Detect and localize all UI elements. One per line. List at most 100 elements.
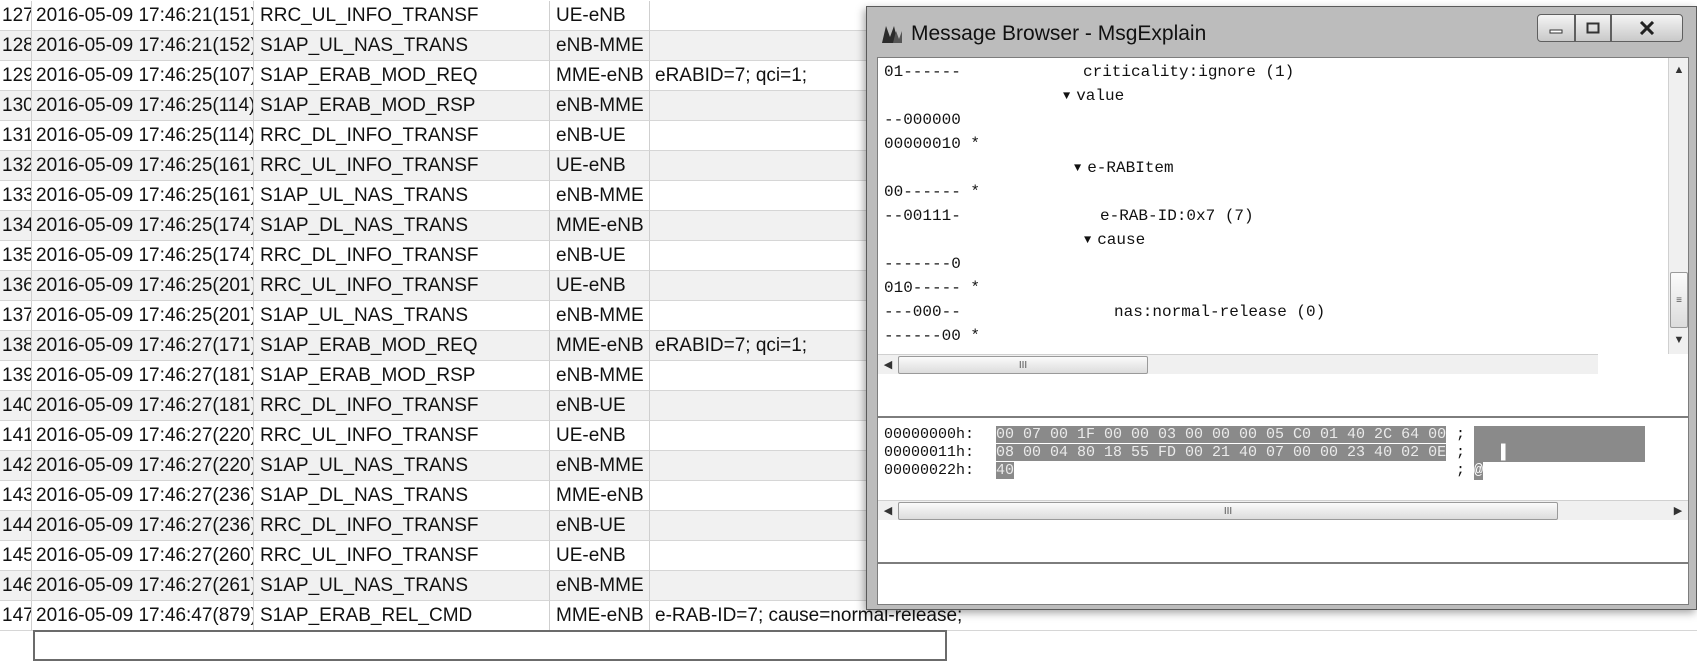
hex-ascii — [1474, 426, 1646, 444]
hex-line[interactable]: 00000011h: 08 00 04 80 18 55 FD 00 21 40 … — [884, 444, 1674, 462]
tree-line[interactable]: ▼ e-RABItem — [878, 156, 1658, 180]
row-message: RRC_DL_INFO_TRANSF — [254, 241, 550, 271]
tree-node-label: nas:normal-release (0) — [1114, 303, 1326, 321]
tree-line[interactable]: 01------ criticality:ignore (1) — [878, 60, 1658, 84]
row-message: RRC_DL_INFO_TRANSF — [254, 391, 550, 421]
row-timestamp: 2016-05-09 17:46:21(151) — [32, 1, 254, 31]
scroll-left-arrow-icon[interactable]: ◀ — [878, 355, 898, 375]
row-number: 146 — [0, 571, 32, 601]
row-direction: UE-eNB — [550, 1, 650, 31]
row-timestamp: 2016-05-09 17:46:25(107) — [32, 61, 254, 91]
row-number: 137 — [0, 301, 32, 331]
row-timestamp: 2016-05-09 17:46:25(161) — [32, 151, 254, 181]
row-number: 145 — [0, 541, 32, 571]
tree-horizontal-scroll-thumb[interactable]: III — [898, 356, 1148, 374]
maximize-button[interactable] — [1575, 14, 1611, 42]
row-direction: eNB-MME — [550, 361, 650, 391]
tree-line[interactable]: ▼ value — [878, 84, 1658, 108]
hex-ascii: ▌ — [1474, 444, 1646, 462]
tree-line[interactable]: 00------ * — [878, 180, 1658, 204]
row-direction: eNB-MME — [550, 31, 650, 61]
row-timestamp: 2016-05-09 17:46:25(161) — [32, 181, 254, 211]
hex-dump-pane[interactable]: 00000000h: 00 07 00 1F 00 00 03 00 00 00 … — [877, 417, 1689, 563]
row-timestamp: 2016-05-09 17:46:27(220) — [32, 451, 254, 481]
row-number: 136 — [0, 271, 32, 301]
row-number: 142 — [0, 451, 32, 481]
row-timestamp: 2016-05-09 17:46:25(114) — [32, 91, 254, 121]
row-direction: MME-eNB — [550, 601, 650, 631]
tree-line[interactable]: ▼ cause — [878, 228, 1658, 252]
tree-line[interactable]: --00111- e-RAB-ID:0x7 (7) — [878, 204, 1658, 228]
tree-vertical-scroll-thumb[interactable]: ≡ — [1670, 272, 1688, 328]
row-number: 139 — [0, 361, 32, 391]
hex-bytes: 00 07 00 1F 00 00 03 00 00 00 05 C0 01 4… — [996, 426, 1447, 443]
row-number: 144 — [0, 511, 32, 541]
row-message: S1AP_UL_NAS_TRANS — [254, 571, 550, 601]
hex-horizontal-scrollbar[interactable]: ◀ III ▶ — [878, 500, 1688, 520]
decoded-tree-pane[interactable]: 01------ criticality:ignore (1) ▼ value --00… — [877, 57, 1689, 417]
hex-line[interactable]: 00000022h: 40; @ — [884, 462, 1674, 480]
tree-bit-mask: ---000-- — [884, 303, 961, 321]
row-timestamp: 2016-05-09 17:46:27(171) — [32, 331, 254, 361]
row-timestamp: 2016-05-09 17:46:27(261) — [32, 571, 254, 601]
row-message: S1AP_DL_NAS_TRANS — [254, 211, 550, 241]
row-message: RRC_UL_INFO_TRANSF — [254, 421, 550, 451]
hex-offset: 00000022h: — [884, 462, 975, 479]
row-number: 128 — [0, 31, 32, 61]
scroll-left-arrow-icon[interactable]: ◀ — [878, 501, 898, 521]
scroll-grip-label: III — [1223, 505, 1233, 517]
tree-vertical-scrollbar[interactable]: ▲ ≡ ▼ — [1668, 58, 1688, 354]
row-timestamp: 2016-05-09 17:46:21(152) — [32, 31, 254, 61]
row-message: RRC_DL_INFO_TRANSF — [254, 121, 550, 151]
tree-bit-mask: --000000 — [884, 111, 961, 129]
row-message: RRC_UL_INFO_TRANSF — [254, 151, 550, 181]
tree-line[interactable]: ---000-- nas:normal-release (0) — [878, 300, 1658, 324]
row-direction: UE-eNB — [550, 151, 650, 181]
row-timestamp: 2016-05-09 17:46:27(220) — [32, 421, 254, 451]
hex-separator: ; — [1456, 444, 1466, 461]
row-timestamp: 2016-05-09 17:46:47(879) — [32, 601, 254, 631]
tree-bit-mask: 010----- * — [884, 279, 981, 297]
window-titlebar[interactable]: Message Browser - MsgExplain — [867, 7, 1696, 61]
scroll-up-arrow-icon[interactable]: ▲ — [1669, 60, 1688, 80]
row-direction: MME-eNB — [550, 481, 650, 511]
tree-line[interactable]: 00000010 * — [878, 132, 1658, 156]
expand-caret-icon[interactable]: ▼ — [1084, 233, 1091, 247]
row-direction: MME-eNB — [550, 211, 650, 241]
hex-horizontal-scroll-thumb[interactable]: III — [898, 502, 1558, 520]
row-message: RRC_UL_INFO_TRANSF — [254, 271, 550, 301]
close-button[interactable] — [1611, 14, 1683, 42]
row-direction: MME-eNB — [550, 61, 650, 91]
minimize-button[interactable] — [1537, 14, 1575, 42]
row-message: S1AP_ERAB_MOD_REQ — [254, 331, 550, 361]
row-direction: eNB-MME — [550, 571, 650, 601]
tree-bit-mask: 00000010 * — [884, 135, 981, 153]
row-direction: eNB-UE — [550, 511, 650, 541]
expand-caret-icon[interactable]: ▼ — [1063, 89, 1070, 103]
tree-line[interactable]: --000000 — [878, 108, 1658, 132]
scroll-down-arrow-icon[interactable]: ▼ — [1669, 330, 1688, 350]
row-message: S1AP_UL_NAS_TRANS — [254, 301, 550, 331]
msgexplain-app-icon — [882, 26, 902, 43]
scroll-right-arrow-icon[interactable]: ▶ — [1668, 501, 1688, 521]
tree-bit-mask: -------0 — [884, 255, 961, 273]
close-icon — [1639, 21, 1655, 35]
row-timestamp: 2016-05-09 17:46:25(174) — [32, 241, 254, 271]
hex-line[interactable]: 00000000h: 00 07 00 1F 00 00 03 00 00 00 … — [884, 426, 1674, 444]
tree-line[interactable]: 010----- * — [878, 276, 1658, 300]
tree-line[interactable]: ------00 * — [878, 324, 1658, 348]
tree-line[interactable]: -------0 — [878, 252, 1658, 276]
row-direction: eNB-MME — [550, 91, 650, 121]
window-title: Message Browser - MsgExplain — [911, 22, 1207, 45]
tree-bit-mask: 01------ — [884, 63, 961, 81]
row-timestamp: 2016-05-09 17:46:25(174) — [32, 211, 254, 241]
tree-bit-mask: --00111- — [884, 207, 961, 225]
row-direction: eNB-MME — [550, 301, 650, 331]
hex-offset: 00000000h: — [884, 426, 975, 443]
hex-bytes: 40 — [996, 462, 1015, 479]
tree-horizontal-scrollbar[interactable]: ◀ III — [878, 354, 1598, 374]
row-timestamp: 2016-05-09 17:46:27(236) — [32, 481, 254, 511]
expand-caret-icon[interactable]: ▼ — [1074, 161, 1081, 175]
row-direction: MME-eNB — [550, 331, 650, 361]
row-timestamp: 2016-05-09 17:46:27(181) — [32, 391, 254, 421]
